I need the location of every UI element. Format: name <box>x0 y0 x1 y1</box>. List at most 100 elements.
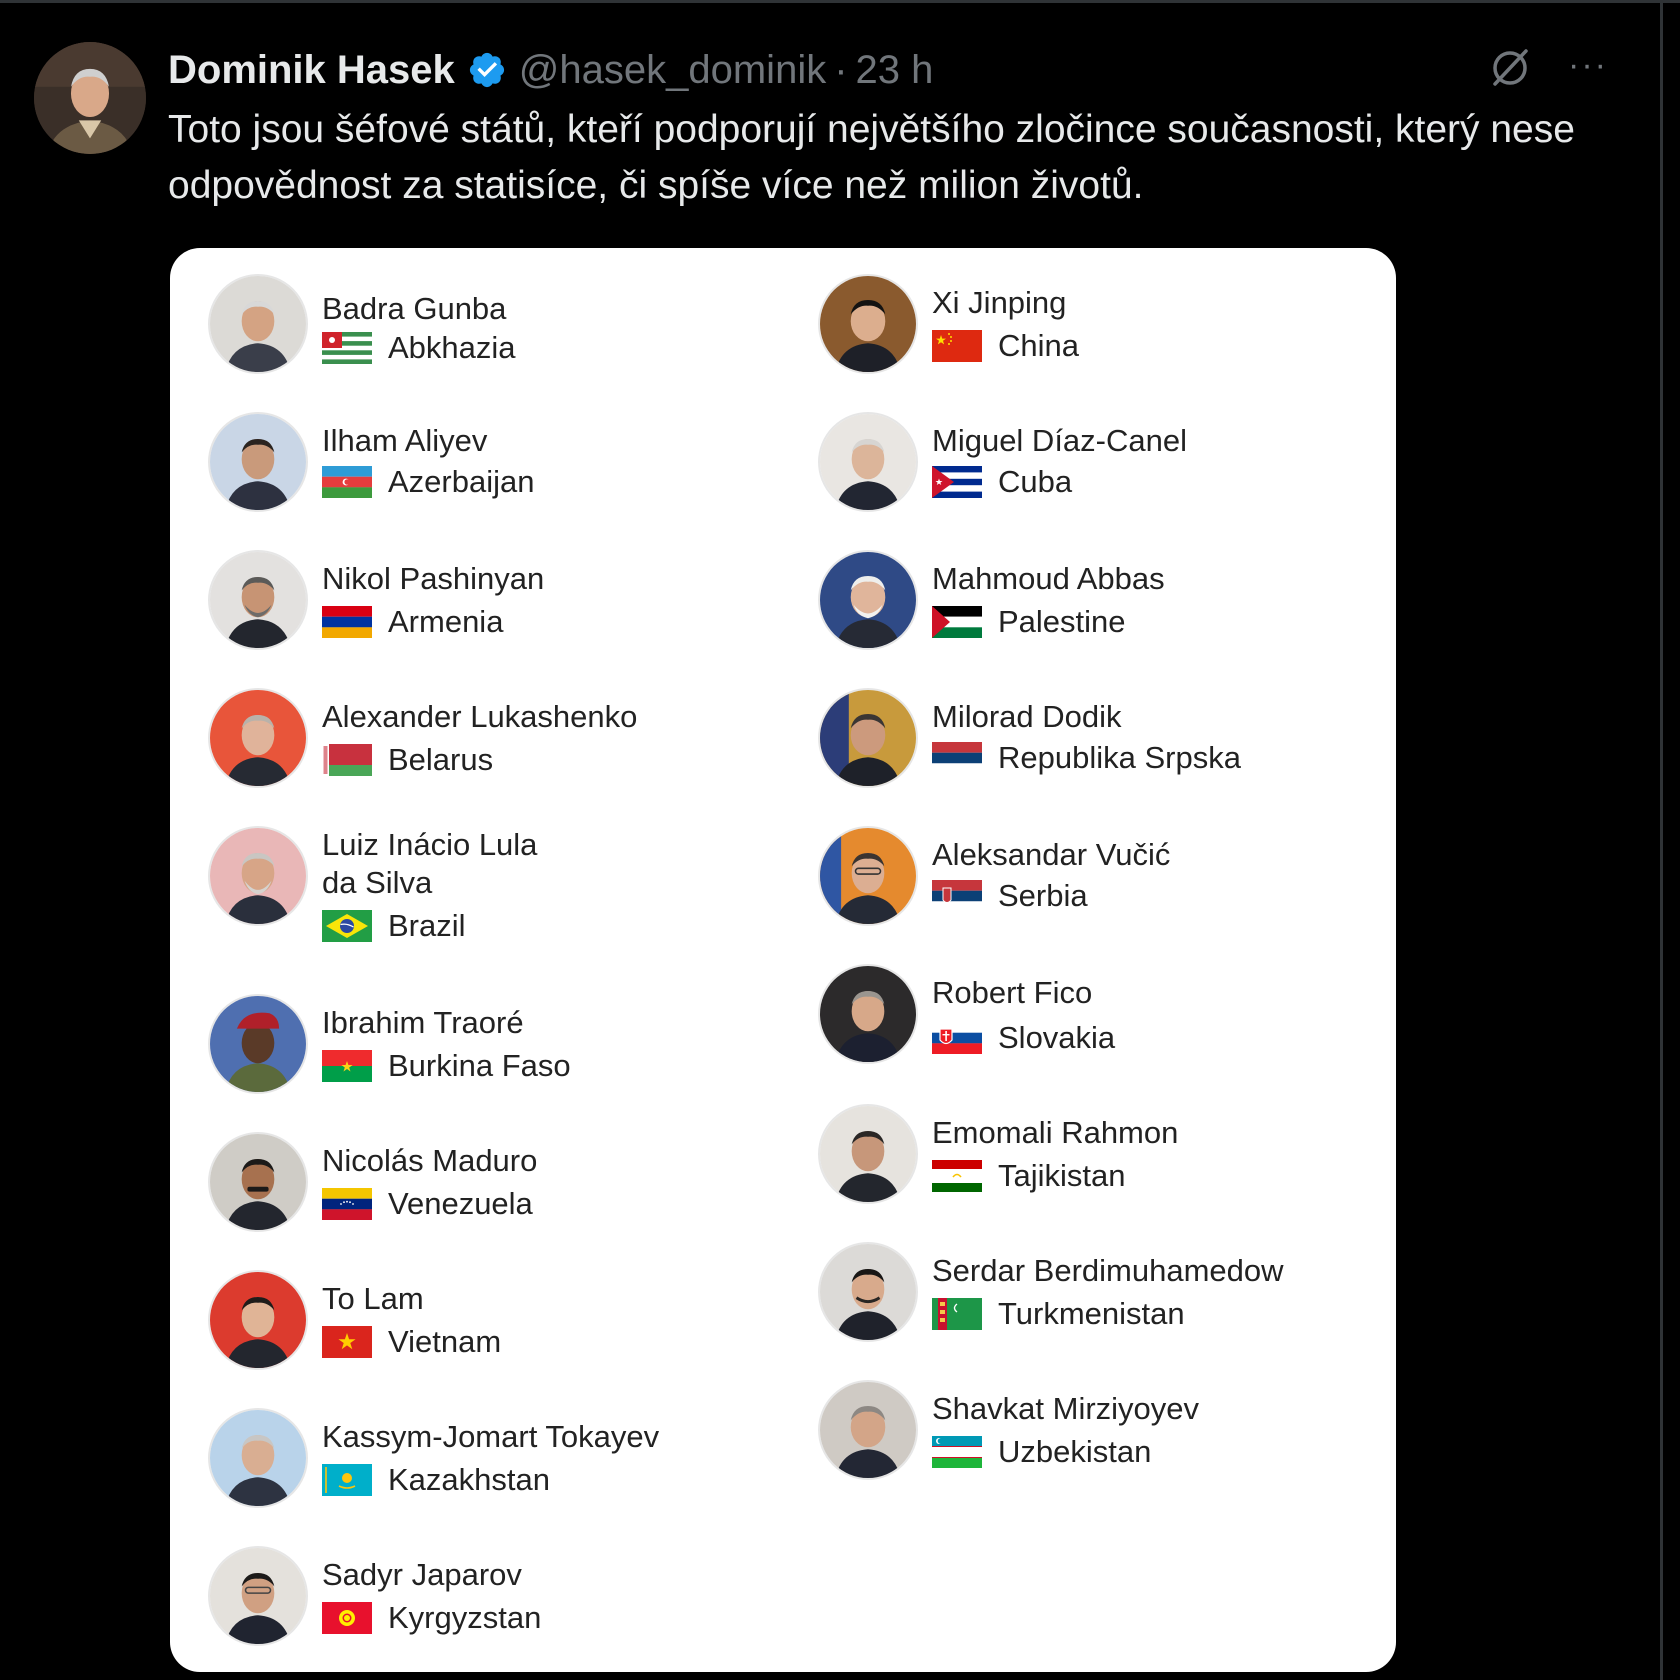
kyrgyzstan-flag-icon <box>322 1602 372 1634</box>
leader-name: Miguel Díaz-Canel <box>932 423 1187 458</box>
kazakhstan-flag-icon <box>322 1464 372 1496</box>
leader-name: Milorad Dodik <box>932 699 1122 734</box>
country-name: Belarus <box>388 742 494 777</box>
frame-border-top <box>0 0 1680 3</box>
country-row: Belarus <box>322 742 493 778</box>
leader-name: To Lam <box>322 1281 424 1316</box>
leader-name: Alexander Lukashenko <box>322 699 638 734</box>
leader-portrait <box>208 550 308 650</box>
tajikistan-flag-icon <box>932 1160 982 1192</box>
author-name[interactable]: Dominik Hasek <box>168 48 455 93</box>
leader-entry: Sadyr Japarov Kyrgyzstan <box>208 1546 768 1656</box>
country-row: Kazakhstan <box>322 1462 550 1498</box>
country-row: Vietnam <box>322 1324 501 1360</box>
country-row: Azerbaijan <box>322 464 534 500</box>
leader-entry: Alexander Lukashenko Belarus <box>208 688 768 798</box>
leader-name: Xi Jinping <box>932 285 1067 320</box>
leader-entry: Nikol Pashinyan Armenia <box>208 550 768 660</box>
leader-portrait <box>818 688 918 788</box>
leader-portrait <box>818 412 918 512</box>
leader-name: Ibrahim Traoré <box>322 1005 524 1040</box>
country-name: Azerbaijan <box>388 464 535 499</box>
leader-portrait <box>208 274 308 374</box>
leader-portrait <box>818 1104 918 1204</box>
country-name: Vietnam <box>388 1324 502 1359</box>
country-row: Serbia <box>932 878 1088 914</box>
leader-portrait <box>818 826 918 926</box>
cuba-flag-icon <box>932 466 982 498</box>
country-row: Armenia <box>322 604 503 640</box>
leader-entry: Badra Gunba Abkhazia <box>208 274 768 384</box>
leader-name-continued: da Silva <box>322 865 433 900</box>
leader-entry: Shavkat Mirziyoyev Uzbekistan <box>818 1380 1378 1490</box>
country-row: China <box>932 328 1079 364</box>
leader-entry: Milorad Dodik Republika Srpska <box>818 688 1378 798</box>
slovakia-flag-icon <box>932 1022 982 1054</box>
venezuela-flag-icon <box>322 1188 372 1220</box>
armenia-flag-icon <box>322 606 372 638</box>
more-icon[interactable]: ··· <box>1564 48 1612 86</box>
country-name: Tajikistan <box>998 1158 1126 1193</box>
country-name: Venezuela <box>388 1186 533 1221</box>
country-row: Cuba <box>932 464 1072 500</box>
country-name: Republika Srpska <box>998 740 1241 775</box>
vietnam-flag-icon <box>322 1326 372 1358</box>
leader-name: Robert Fico <box>932 975 1093 1010</box>
palestine-flag-icon <box>932 606 982 638</box>
country-name: Brazil <box>388 908 466 943</box>
country-name: Slovakia <box>998 1020 1116 1055</box>
country-row: Venezuela <box>322 1186 533 1222</box>
leader-portrait <box>208 1408 308 1508</box>
leader-name: Shavkat Mirziyoyev <box>932 1391 1200 1426</box>
tweet-text: Toto jsou šéfové států, kteří podporují … <box>168 108 1575 207</box>
header-separator: · <box>834 47 848 92</box>
country-name: Serbia <box>998 878 1088 913</box>
country-name: Kyrgyzstan <box>388 1600 542 1635</box>
leader-portrait <box>818 964 918 1064</box>
belarus-flag-icon <box>322 744 372 776</box>
country-row: Kyrgyzstan <box>322 1600 541 1636</box>
leader-entry: Nicolás Maduro Venezuela <box>208 1132 768 1242</box>
leader-name: Nicolás Maduro <box>322 1143 538 1178</box>
country-name: Turkmenistan <box>998 1296 1185 1331</box>
country-row: Palestine <box>932 604 1126 640</box>
republika-srpska-flag-icon <box>932 742 982 774</box>
leader-portrait <box>208 412 308 512</box>
author-handle[interactable]: @hasek_dominik <box>519 48 826 93</box>
abkhazia-flag-icon <box>322 332 372 364</box>
leader-entry: Miguel Díaz-Canel Cuba <box>818 412 1378 522</box>
grok-icon[interactable] <box>1486 44 1534 92</box>
leader-name: Sadyr Japarov <box>322 1557 522 1592</box>
verified-badge-icon <box>469 52 504 88</box>
leader-name: Badra Gunba <box>322 291 507 326</box>
leader-entry: Mahmoud Abbas Palestine <box>818 550 1378 660</box>
tweet-image-card[interactable]: Badra Gunba Abkhazia Ilham Aliyev Azerba… <box>170 248 1396 1672</box>
uzbekistan-flag-icon <box>932 1436 982 1468</box>
author-avatar[interactable] <box>34 42 146 154</box>
china-flag-icon <box>932 330 982 362</box>
tweet-header: Dominik Hasek @hasek_dominik · 23 h <box>168 44 933 96</box>
leader-portrait <box>818 550 918 650</box>
tweet-timestamp[interactable]: 23 h <box>856 48 934 93</box>
leader-name: Kassym-Jomart Tokayev <box>322 1419 660 1454</box>
country-row: Burkina Faso <box>322 1048 571 1084</box>
country-name: China <box>998 328 1079 363</box>
country-name: Uzbekistan <box>998 1434 1152 1469</box>
country-row: Slovakia <box>932 1020 1115 1056</box>
country-row: Tajikistan <box>932 1158 1126 1194</box>
country-name: Burkina Faso <box>388 1048 571 1083</box>
country-row: Abkhazia <box>322 330 516 366</box>
leader-portrait <box>208 994 308 1094</box>
country-name: Cuba <box>998 464 1073 499</box>
azerbaijan-flag-icon <box>322 466 372 498</box>
brazil-flag-icon <box>322 910 372 942</box>
leader-portrait <box>818 1380 918 1480</box>
leader-entry: Serdar Berdimuhamedow Turkmenistan <box>818 1242 1378 1352</box>
leader-name: Serdar Berdimuhamedow <box>932 1253 1284 1288</box>
leader-entry: To Lam Vietnam <box>208 1270 768 1380</box>
leader-name: Aleksandar Vučić <box>932 837 1171 872</box>
country-name: Abkhazia <box>388 330 516 365</box>
leader-entry: Ibrahim Traoré Burkina Faso <box>208 994 768 1104</box>
country-row: Turkmenistan <box>932 1296 1185 1332</box>
country-name: Armenia <box>388 604 504 639</box>
